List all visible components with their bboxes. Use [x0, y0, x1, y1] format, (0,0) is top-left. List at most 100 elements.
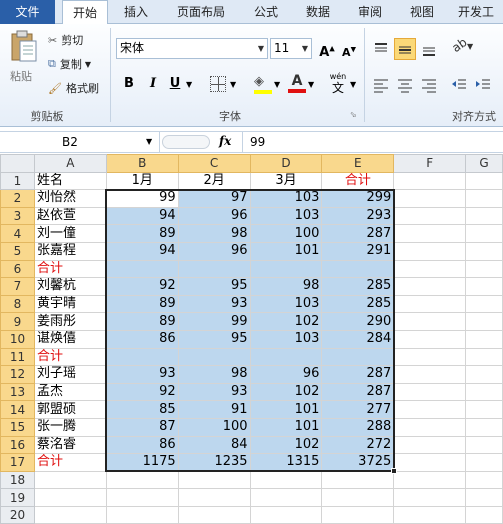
row-header[interactable]: 9 [0, 312, 35, 331]
cell-e6[interactable] [321, 259, 395, 279]
empty-cell[interactable] [393, 365, 467, 384]
cell-b11[interactable] [105, 347, 179, 367]
cell-b5[interactable]: 94 [105, 241, 179, 261]
empty-cell[interactable] [465, 206, 503, 226]
tab-page-layout[interactable]: 页面布局 [166, 0, 236, 24]
cell-a13[interactable]: 孟杰 [33, 382, 107, 402]
column-header-f[interactable]: F [393, 154, 467, 173]
row-header[interactable]: 20 [0, 505, 35, 524]
cell-b2[interactable]: 99 [105, 189, 179, 208]
empty-cell[interactable] [465, 224, 503, 243]
cell-d19[interactable] [249, 488, 323, 507]
formula-bar-splitter[interactable] [162, 135, 210, 149]
cell-a14[interactable]: 郭盟硕 [33, 400, 107, 419]
cell-c18[interactable] [177, 470, 251, 490]
empty-cell[interactable] [393, 329, 467, 349]
cell-a11[interactable]: 合计 [33, 347, 107, 367]
cell-c3[interactable]: 96 [177, 206, 251, 226]
cell-b7[interactable]: 92 [105, 277, 179, 296]
cell-b8[interactable]: 89 [105, 294, 179, 314]
row-header[interactable]: 8 [0, 294, 35, 314]
cell-a1[interactable]: 姓名 [33, 171, 107, 191]
empty-cell[interactable] [393, 259, 467, 279]
cell-e19[interactable] [321, 488, 395, 507]
cell-b14[interactable]: 85 [105, 400, 179, 419]
cell-d15[interactable]: 101 [249, 417, 323, 437]
cell-d10[interactable]: 103 [249, 329, 323, 349]
empty-cell[interactable] [393, 224, 467, 243]
cell-a9[interactable]: 姜雨彤 [33, 312, 107, 331]
column-header-a[interactable]: A [33, 154, 107, 173]
cell-b9[interactable]: 89 [105, 312, 179, 331]
tab-insert[interactable]: 插入 [114, 0, 158, 24]
shrink-font-button[interactable]: A▼ [340, 40, 358, 59]
borders-button[interactable] [210, 76, 226, 92]
cell-b12[interactable]: 93 [105, 365, 179, 384]
font-color-button[interactable]: A [288, 73, 306, 93]
phonetic-button[interactable]: wén 文 [326, 72, 350, 94]
align-middle-button[interactable] [394, 38, 416, 60]
cell-e7[interactable]: 285 [321, 277, 395, 296]
cell-b10[interactable]: 86 [105, 329, 179, 349]
row-header[interactable]: 12 [0, 365, 35, 384]
row-header[interactable]: 10 [0, 329, 35, 349]
tab-review[interactable]: 审阅 [348, 0, 392, 24]
cell-b1[interactable]: 1月 [105, 171, 179, 191]
cell-e13[interactable]: 287 [321, 382, 395, 402]
cell-d3[interactable]: 103 [249, 206, 323, 226]
cell-b20[interactable] [105, 505, 179, 524]
cell-a18[interactable] [33, 470, 107, 490]
cell-e17[interactable]: 3725 [321, 453, 395, 472]
cell-e15[interactable]: 288 [321, 417, 395, 437]
cell-c7[interactable]: 95 [177, 277, 251, 296]
format-painter-button[interactable]: 🖌 格式刷 [48, 80, 99, 96]
column-header-g[interactable]: G [465, 154, 503, 173]
cell-d2[interactable]: 103 [249, 189, 323, 208]
cell-d1[interactable]: 3月 [249, 171, 323, 191]
decrease-indent-button[interactable] [450, 76, 468, 94]
increase-indent-button[interactable] [474, 76, 492, 94]
cell-b15[interactable]: 87 [105, 417, 179, 437]
row-header[interactable]: 2 [0, 189, 35, 208]
cell-c8[interactable]: 93 [177, 294, 251, 314]
row-header[interactable]: 5 [0, 241, 35, 261]
empty-cell[interactable] [465, 312, 503, 331]
name-box[interactable]: B2 ▼ [0, 132, 160, 152]
column-header-b[interactable]: B [105, 154, 179, 173]
cell-a16[interactable]: 蔡洺睿 [33, 435, 107, 455]
formula-input[interactable]: 99 [250, 135, 265, 149]
fill-color-button[interactable]: ◈ [254, 74, 272, 94]
cell-d18[interactable] [249, 470, 323, 490]
column-header-e[interactable]: E [321, 154, 395, 173]
cell-e5[interactable]: 291 [321, 241, 395, 261]
bold-button[interactable]: B [120, 75, 138, 93]
empty-cell[interactable] [465, 241, 503, 261]
cell-d7[interactable]: 98 [249, 277, 323, 296]
cell-b13[interactable]: 92 [105, 382, 179, 402]
cell-c2[interactable]: 97 [177, 189, 251, 208]
cell-c17[interactable]: 1235 [177, 453, 251, 472]
empty-cell[interactable] [465, 277, 503, 296]
cell-b17[interactable]: 1175 [105, 453, 179, 472]
orientation-button[interactable]: ab▼ [449, 35, 478, 58]
empty-cell[interactable] [393, 189, 467, 208]
row-header[interactable]: 14 [0, 400, 35, 419]
empty-cell[interactable] [465, 189, 503, 208]
cell-c9[interactable]: 99 [177, 312, 251, 331]
cell-a12[interactable]: 刘子瑶 [33, 365, 107, 384]
cell-e20[interactable] [321, 505, 395, 524]
empty-cell[interactable] [393, 435, 467, 455]
cell-b6[interactable] [105, 259, 179, 279]
cell-e16[interactable]: 272 [321, 435, 395, 455]
cell-c6[interactable] [177, 259, 251, 279]
cell-c10[interactable]: 95 [177, 329, 251, 349]
empty-cell[interactable] [465, 417, 503, 437]
row-header[interactable]: 6 [0, 259, 35, 279]
column-header-d[interactable]: D [249, 154, 323, 173]
cell-a19[interactable] [33, 488, 107, 507]
align-right-button[interactable] [420, 76, 438, 94]
cell-a8[interactable]: 黄宇晴 [33, 294, 107, 314]
empty-cell[interactable] [393, 488, 467, 507]
empty-cell[interactable] [465, 259, 503, 279]
cell-e18[interactable] [321, 470, 395, 490]
